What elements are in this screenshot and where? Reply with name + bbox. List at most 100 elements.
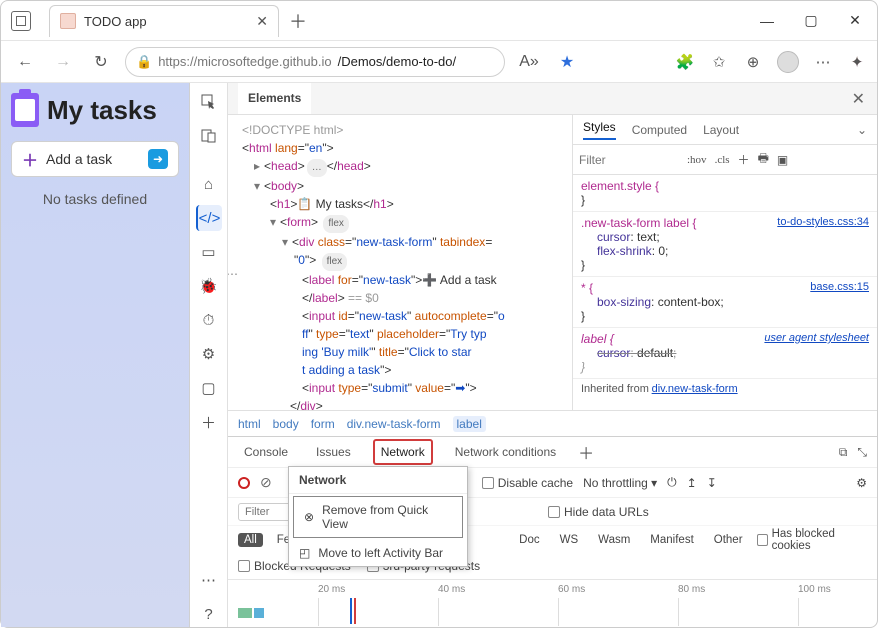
settings-icon[interactable]: ⚙ <box>856 476 867 490</box>
inherited-link[interactable]: div.new-task-form <box>652 383 738 395</box>
close-tab-button[interactable]: ✕ <box>256 13 268 30</box>
back-button[interactable]: ← <box>11 48 39 76</box>
disable-cache-checkbox[interactable]: Disable cache <box>482 476 573 490</box>
filter-manifest[interactable]: Manifest <box>644 533 699 547</box>
load-marker <box>350 598 352 624</box>
context-title: Network <box>289 467 467 494</box>
print-icon[interactable]: 🖶 <box>758 149 769 170</box>
minimize-button[interactable]: — <box>745 1 789 41</box>
drawer-tabs: Console Issues Network Network condition… <box>228 437 877 467</box>
device-button[interactable] <box>196 123 222 149</box>
dom-tree[interactable]: ⋯ <!DOCTYPE html> <html lang="en"> ▸<hea… <box>228 115 572 410</box>
filter-ws[interactable]: WS <box>554 533 585 547</box>
hide-data-urls-checkbox[interactable]: Hide data URLs <box>548 505 649 519</box>
filter-other[interactable]: Other <box>708 533 749 547</box>
elements-icon[interactable]: </> <box>196 205 222 231</box>
add-tool-button[interactable]: ＋ <box>196 409 222 435</box>
css-rule[interactable]: base.css:15 * { box-sizing: content-box;… <box>573 277 877 328</box>
element-style-rule[interactable]: element.style {} <box>573 175 877 212</box>
overflow-icon[interactable]: ⋯ <box>228 265 239 283</box>
empty-state: No tasks defined <box>11 191 179 207</box>
plus-icon: ＋ <box>22 147 38 171</box>
favicon-icon <box>60 13 76 29</box>
new-rule-button[interactable]: ＋ <box>738 151 750 168</box>
wifi-icon[interactable]: ⏻ <box>667 475 677 490</box>
crumb[interactable]: form <box>311 417 335 431</box>
app-icon <box>11 11 31 31</box>
application-icon[interactable]: ▢ <box>196 375 222 401</box>
styles-filter-input[interactable] <box>579 153 679 167</box>
clear-button[interactable]: ⊘ <box>260 474 272 491</box>
crumb[interactable]: html <box>238 417 261 431</box>
filter-wasm[interactable]: Wasm <box>592 533 636 547</box>
page-title: My tasks <box>11 93 179 127</box>
memory-icon[interactable]: ⚙ <box>196 341 222 367</box>
css-rule-ua[interactable]: user agent stylesheet label { cursor: de… <box>573 328 877 379</box>
source-link[interactable]: to-do-styles.css:34 <box>777 216 869 228</box>
window-controls: — ▢ ✕ <box>745 1 877 41</box>
submit-icon[interactable]: ➜ <box>148 149 168 169</box>
devtools: ⌂ </> ▭ 🐞 ⏱ ⚙ ▢ ＋ ⋯ ? Elements ✕ <box>189 83 877 627</box>
drawer-tab-issues[interactable]: Issues <box>310 441 357 463</box>
performance-icon[interactable]: ⏱ <box>196 307 222 333</box>
menu-remove[interactable]: ⊗ Remove from Quick View <box>293 496 463 538</box>
reload-button[interactable]: ↻ <box>87 48 115 76</box>
maximize-button[interactable]: ▢ <box>789 1 833 41</box>
forward-button[interactable]: → <box>49 48 77 76</box>
console-icon[interactable]: ▭ <box>196 239 222 265</box>
styles-pane: Styles Computed Layout ⌄ :hov .cls ＋ 🖶 ▣ <box>572 115 877 410</box>
collections-button[interactable]: ⊕ <box>743 52 763 72</box>
sources-icon[interactable]: 🐞 <box>196 273 222 299</box>
help-button[interactable]: ? <box>196 601 222 627</box>
filter-doc[interactable]: Doc <box>513 533 545 547</box>
tab-layout[interactable]: Layout <box>703 123 739 137</box>
computed-toggle-icon[interactable]: ▣ <box>777 153 788 167</box>
drawer-tab-network[interactable]: Network <box>373 439 433 465</box>
tab-computed[interactable]: Computed <box>632 123 687 137</box>
read-aloud-button[interactable]: A» <box>515 48 543 76</box>
favorite-button[interactable]: ★ <box>553 48 581 76</box>
tab-styles[interactable]: Styles <box>583 120 616 140</box>
profile-button[interactable] <box>777 51 799 73</box>
network-timeline[interactable]: 20 ms 40 ms 60 ms 80 ms 100 ms <box>228 579 877 627</box>
drawer-add-button[interactable]: ＋ <box>578 440 594 464</box>
cls-toggle[interactable]: .cls <box>715 154 730 166</box>
tab-elements[interactable]: Elements <box>238 83 311 114</box>
record-button[interactable] <box>238 477 250 489</box>
favorites-button[interactable]: ✩ <box>709 52 729 72</box>
add-task-button[interactable]: ＋ Add a task ➜ <box>11 141 179 177</box>
welcome-icon[interactable]: ⌂ <box>196 171 222 197</box>
blocked-cookies-checkbox[interactable]: Has blocked cookies <box>757 528 867 552</box>
upload-icon[interactable]: ↥ <box>687 476 697 490</box>
hov-toggle[interactable]: :hov <box>687 154 707 166</box>
crumb[interactable]: div.new-task-form <box>347 417 441 431</box>
dom-breadcrumb: html body form div.new-task-form label <box>228 410 877 436</box>
drawer-tab-conditions[interactable]: Network conditions <box>449 441 562 463</box>
more-tools-button[interactable]: ⋯ <box>196 567 222 593</box>
filter-all[interactable]: All <box>238 533 263 547</box>
dock-icon[interactable]: ⧉ <box>839 445 848 460</box>
throttling-select[interactable]: No throttling ▾ <box>583 476 657 490</box>
menu-move[interactable]: ◰ Move to left Activity Bar <box>289 540 467 566</box>
dcl-marker <box>354 598 356 624</box>
url-bar[interactable]: 🔒 https://microsoftedge.github.io/Demos/… <box>125 47 505 77</box>
new-tab-button[interactable]: ＋ <box>289 8 307 34</box>
drawer-tab-console[interactable]: Console <box>238 441 294 463</box>
browser-tab[interactable]: TODO app ✕ <box>49 5 279 37</box>
expand-icon[interactable]: ⌄ <box>857 123 867 137</box>
css-rule[interactable]: to-do-styles.css:34 .new-task-form label… <box>573 212 877 277</box>
source-link[interactable]: base.css:15 <box>810 281 869 293</box>
context-menu: Network ⊗ Remove from Quick View ◰ Move … <box>288 466 468 567</box>
close-window-button[interactable]: ✕ <box>833 1 877 41</box>
remove-icon: ⊗ <box>304 510 314 524</box>
close-devtools-button[interactable]: ✕ <box>840 89 877 109</box>
inspect-button[interactable] <box>196 89 222 115</box>
copilot-button[interactable]: ✦ <box>847 52 867 72</box>
drawer-collapse-icon[interactable]: ⤡ <box>857 445 867 460</box>
crumb[interactable]: body <box>273 417 299 431</box>
crumb-selected[interactable]: label <box>453 416 486 432</box>
extensions-button[interactable]: 🧩 <box>675 52 695 72</box>
drawer: Console Issues Network Network condition… <box>228 436 877 627</box>
more-button[interactable]: ⋯ <box>813 52 833 72</box>
download-icon[interactable]: ↧ <box>707 476 717 490</box>
